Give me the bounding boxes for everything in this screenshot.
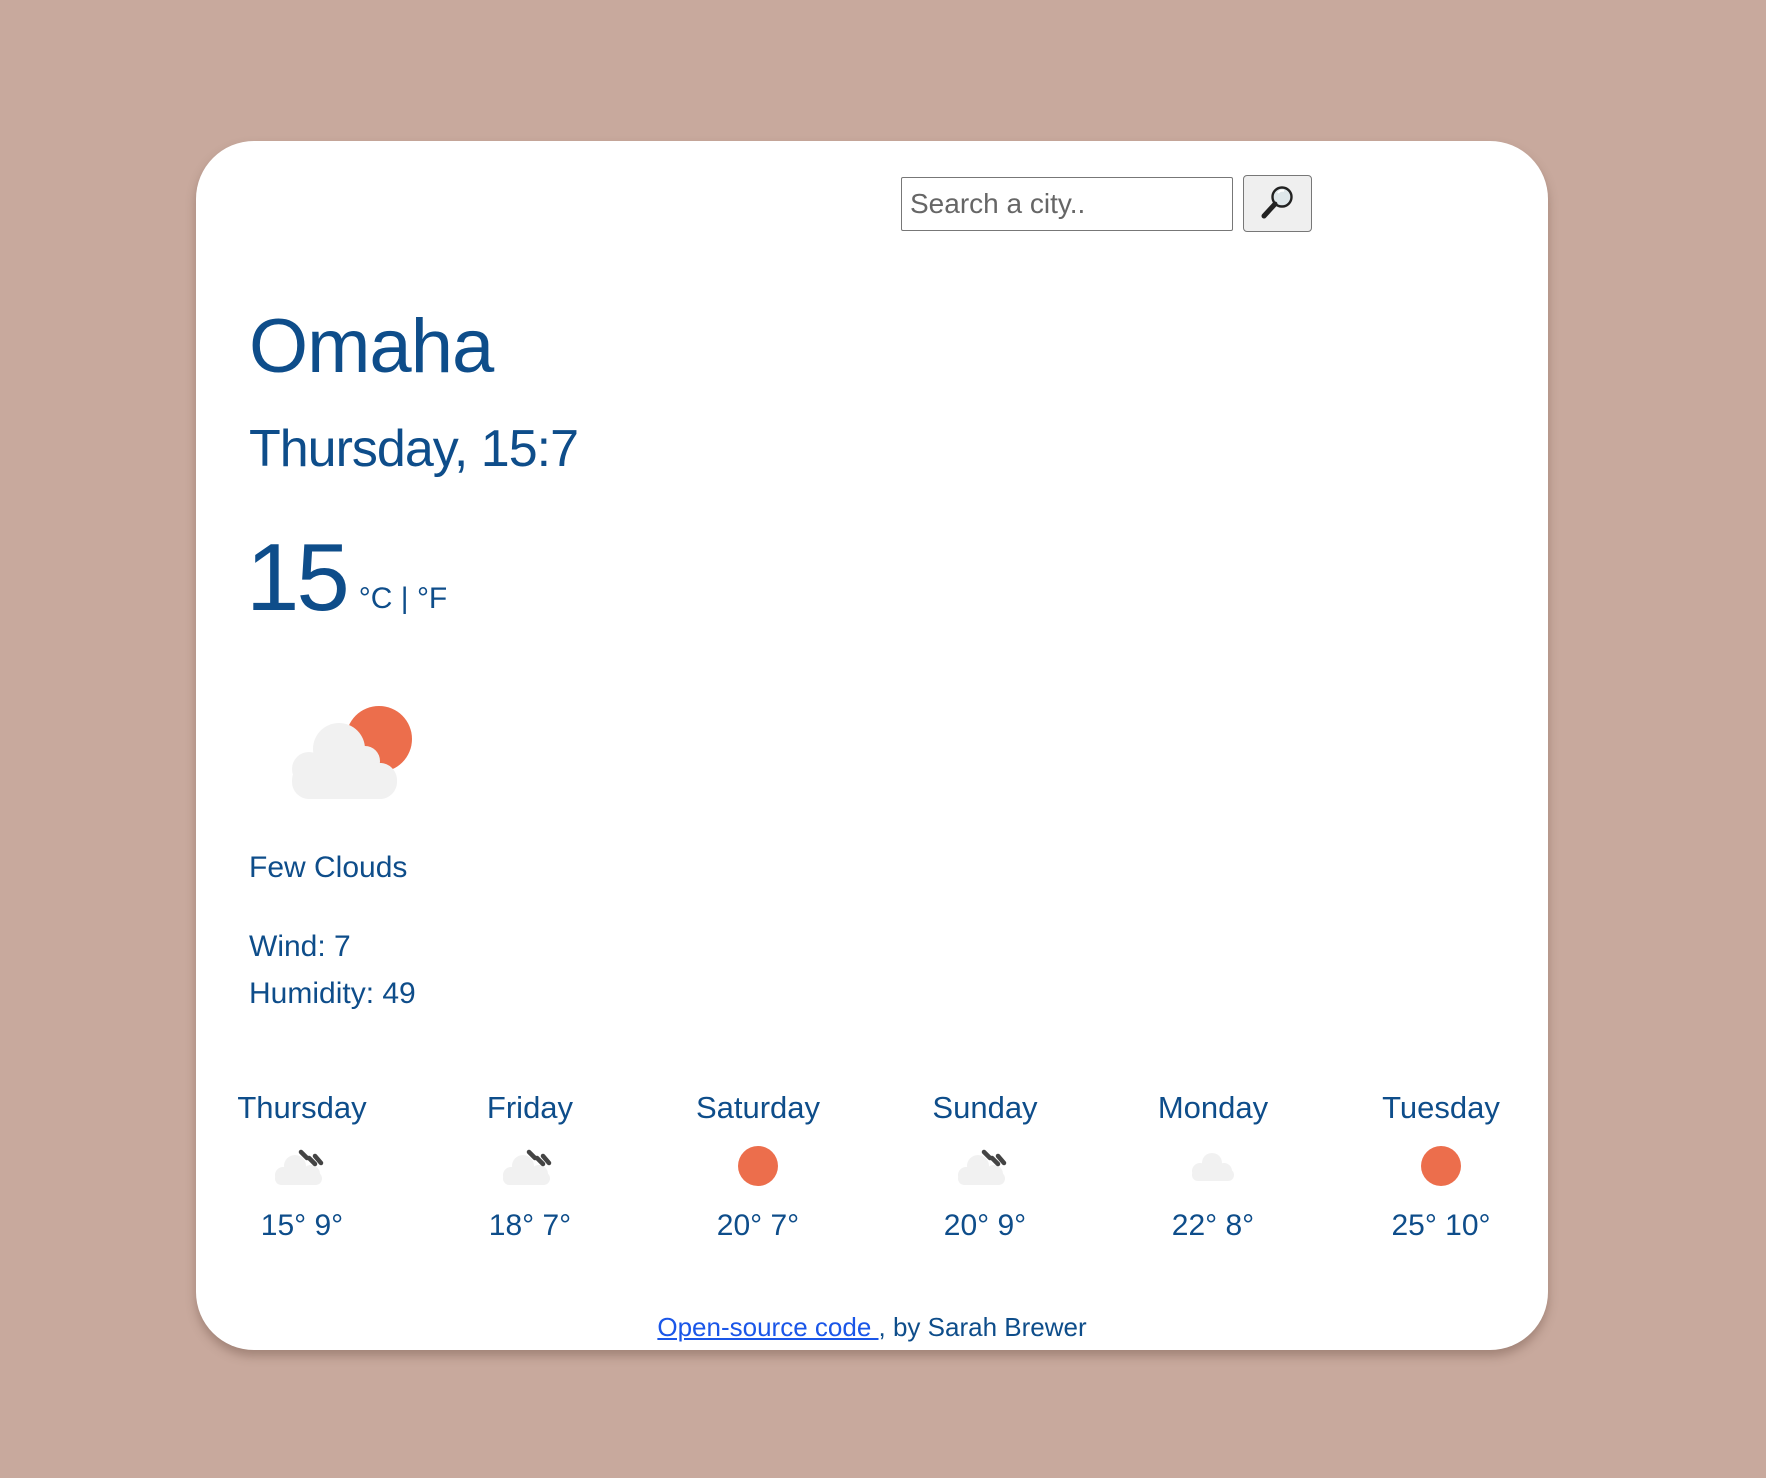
forecast-day-name: Friday [486, 1090, 574, 1125]
forecast-temps: 22° 8° [1171, 1209, 1255, 1242]
forecast-day: Friday 18° 7° [430, 1092, 630, 1241]
search-form [901, 175, 1312, 232]
few-clouds-icon [281, 701, 421, 806]
search-button[interactable] [1243, 175, 1312, 232]
unit-switcher: °C | °F [359, 584, 447, 614]
celsius-unit[interactable]: °C [359, 582, 393, 615]
search-input[interactable] [901, 176, 1233, 231]
weather-description: Few Clouds [249, 851, 408, 884]
footer: Open-source code , by Sarah Brewer [196, 1314, 1548, 1340]
forecast-day: Tuesday 25° 10° [1341, 1092, 1541, 1241]
weather-card: Omaha Thursday, 15:7 15 °C | °F Few Clou… [196, 141, 1548, 1350]
footer-credit: , by Sarah Brewer [878, 1312, 1087, 1342]
humidity-value: Humidity: 49 [249, 977, 416, 1010]
forecast-day: Saturday 20° 7° [658, 1092, 858, 1241]
forecast-day-name: Monday [1157, 1090, 1269, 1125]
sun-icon [1341, 1135, 1541, 1197]
unit-separator: | [400, 582, 409, 615]
rain-cloud-icon [885, 1135, 1085, 1197]
rain-cloud-icon [202, 1135, 402, 1197]
forecast-temps: 15° 9° [260, 1209, 344, 1242]
sun-icon [658, 1135, 858, 1197]
forecast-day-name: Tuesday [1382, 1090, 1500, 1125]
source-code-link[interactable]: Open-source code [657, 1312, 878, 1342]
forecast-day: Monday 22° 8° [1113, 1092, 1313, 1241]
forecast-temps: 20° 9° [943, 1209, 1027, 1242]
forecast-day-name: Saturday [695, 1090, 821, 1125]
current-datetime: Thursday, 15:7 [249, 420, 579, 478]
forecast-day: Sunday 20° 9° [885, 1092, 1085, 1241]
cloud-icon [1113, 1135, 1313, 1197]
current-temperature: 15 [246, 524, 350, 631]
magnifier-icon [1259, 183, 1297, 224]
forecast-day-name: Sunday [932, 1090, 1038, 1125]
forecast-temps: 25° 10° [1391, 1209, 1491, 1242]
fahrenheit-unit[interactable]: °F [417, 582, 447, 615]
temperature-row: 15 °C | °F [246, 530, 447, 626]
wind-value: Wind: 7 [249, 930, 351, 963]
forecast-day-name: Thursday [237, 1090, 367, 1125]
city-name: Omaha [249, 304, 494, 389]
forecast-day: Thursday 15° 9° [202, 1092, 402, 1241]
forecast-temps: 18° 7° [488, 1209, 572, 1242]
forecast-temps: 20° 7° [716, 1209, 800, 1242]
rain-cloud-icon [430, 1135, 630, 1197]
